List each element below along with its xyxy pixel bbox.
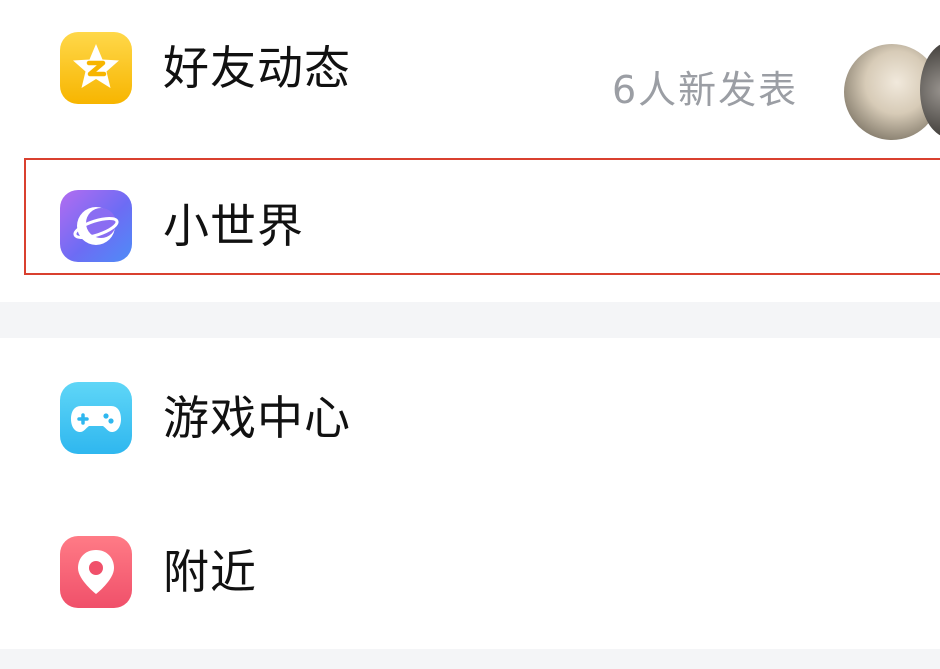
menu-group-services: 游戏中心 附近	[0, 338, 940, 649]
menu-item-label: 游戏中心	[163, 391, 351, 445]
menu-item-friends-feed[interactable]: 好友动态 6人新发表	[0, 22, 940, 142]
crescent-planet-icon	[60, 190, 132, 262]
menu-item-small-world[interactable]: 小世界	[0, 180, 940, 272]
location-pin-icon	[60, 536, 132, 608]
gamepad-icon	[60, 382, 132, 454]
menu-item-nearby[interactable]: 附近	[0, 526, 940, 618]
friends-new-posts-count: 6人新发表	[612, 68, 799, 112]
qzone-star-icon	[60, 32, 132, 104]
menu-item-game-center[interactable]: 游戏中心	[0, 372, 940, 464]
menu-item-label: 好友动态	[163, 41, 351, 95]
menu-item-label: 小世界	[163, 199, 304, 253]
menu-group-social: 好友动态 6人新发表 小世界	[0, 0, 940, 302]
menu-item-label: 附近	[163, 545, 257, 599]
menu-page: 好友动态 6人新发表 小世界 游戏中心 附近	[0, 0, 940, 669]
